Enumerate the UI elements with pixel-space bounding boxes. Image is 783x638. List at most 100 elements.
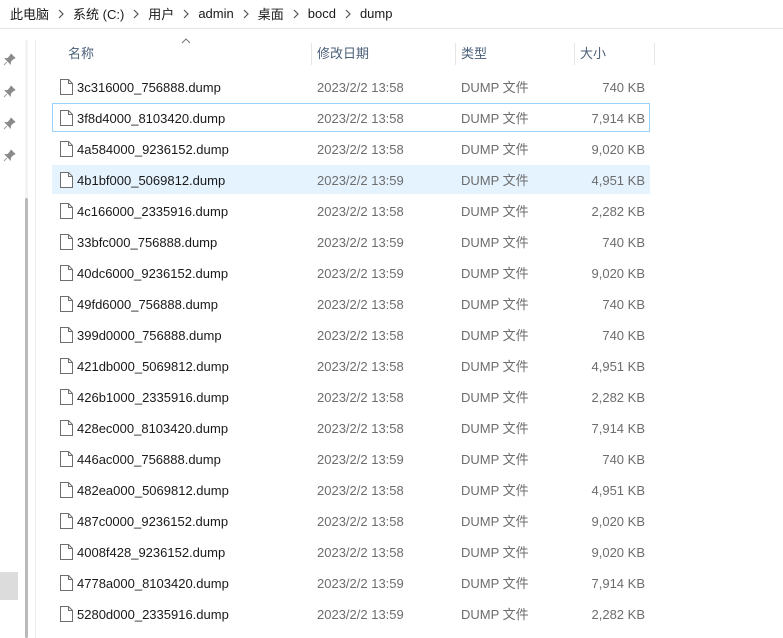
file-icon xyxy=(60,172,73,188)
column-resize-handle[interactable] xyxy=(311,43,312,65)
file-type: DUMP 文件 xyxy=(461,514,529,529)
file-name: 33bfc000_756888.dump xyxy=(77,235,218,250)
file-size: 9,020 KB xyxy=(591,514,646,529)
file-modified-date: 2023/2/2 13:58 xyxy=(317,483,404,498)
file-icon xyxy=(60,110,73,126)
file-name: 49fd6000_756888.dump xyxy=(77,297,218,312)
column-header-date[interactable]: 修改日期 xyxy=(317,40,452,68)
file-size: 9,020 KB xyxy=(591,142,646,157)
file-size: 740 KB xyxy=(602,297,645,312)
chevron-right-icon[interactable] xyxy=(234,6,258,21)
file-icon xyxy=(60,513,73,529)
file-row[interactable]: 4b1bf000_5069812.dump 2023/2/2 13:59 DUMP … xyxy=(52,165,650,194)
file-modified-date: 2023/2/2 13:59 xyxy=(317,576,404,591)
file-size: 7,914 KB xyxy=(591,111,646,126)
breadcrumb-item-users[interactable]: 用户 xyxy=(148,4,174,23)
file-size: 7,914 KB xyxy=(591,421,646,436)
file-modified-date: 2023/2/2 13:58 xyxy=(317,514,404,529)
file-row[interactable]: 5280d000_2335916.dump 2023/2/2 13:59 DUMP … xyxy=(52,599,650,628)
nav-pane-scrollbar-thumb[interactable] xyxy=(25,198,28,638)
file-modified-date: 2023/2/2 13:58 xyxy=(317,142,404,157)
file-size: 740 KB xyxy=(602,235,645,250)
breadcrumb-item-this-pc[interactable]: 此电脑 xyxy=(10,4,49,23)
breadcrumb-item-admin[interactable]: admin xyxy=(198,6,233,21)
pane-divider[interactable] xyxy=(35,40,36,638)
file-name: 4b1bf000_5069812.dump xyxy=(77,173,226,188)
file-type: DUMP 文件 xyxy=(461,80,529,95)
file-icon xyxy=(60,544,73,560)
pin-icon[interactable] xyxy=(3,53,16,66)
nav-pane-selected-item[interactable] xyxy=(0,572,18,600)
file-modified-date: 2023/2/2 13:58 xyxy=(317,80,404,95)
file-type: DUMP 文件 xyxy=(461,204,529,219)
divider xyxy=(0,28,783,29)
file-size: 740 KB xyxy=(602,452,645,467)
breadcrumb-item-desktop[interactable]: 桌面 xyxy=(258,4,284,23)
pin-icon[interactable] xyxy=(3,85,16,98)
file-row[interactable]: 426b1000_2335916.dump 2023/2/2 13:58 DUMP … xyxy=(52,382,650,411)
file-size: 740 KB xyxy=(602,328,645,343)
file-row[interactable]: 487c0000_9236152.dump 2023/2/2 13:58 DUMP … xyxy=(52,506,650,535)
chevron-right-icon[interactable] xyxy=(174,6,198,21)
column-header-size[interactable]: 大小 xyxy=(580,40,650,68)
file-modified-date: 2023/2/2 13:58 xyxy=(317,111,404,126)
file-icon xyxy=(60,265,73,281)
quick-access-strip xyxy=(0,40,18,180)
breadcrumb: 此电脑 系统 (C:) 用户 admin 桌面 bocd dump xyxy=(0,0,783,26)
file-size: 4,951 KB xyxy=(591,359,646,374)
file-row[interactable]: 3c316000_756888.dump 2023/2/2 13:58 DUMP 文… xyxy=(52,72,650,101)
file-modified-date: 2023/2/2 13:58 xyxy=(317,359,404,374)
chevron-right-icon[interactable] xyxy=(284,6,308,21)
breadcrumb-item-drive-c[interactable]: 系统 (C:) xyxy=(73,4,124,23)
file-type: DUMP 文件 xyxy=(461,328,529,343)
pin-icon[interactable] xyxy=(3,117,16,130)
file-row[interactable]: 4778a000_8103420.dump 2023/2/2 13:59 DUMP … xyxy=(52,568,650,597)
column-resize-handle[interactable] xyxy=(455,43,456,65)
file-size: 2,282 KB xyxy=(591,390,646,405)
file-row[interactable]: 4a584000_9236152.dump 2023/2/2 13:58 DUMP … xyxy=(52,134,650,163)
file-row[interactable]: 482ea000_5069812.dump 2023/2/2 13:58 DUMP … xyxy=(52,475,650,504)
file-modified-date: 2023/2/2 13:58 xyxy=(317,328,404,343)
file-row[interactable]: 4c166000_2335916.dump 2023/2/2 13:58 DUMP … xyxy=(52,196,650,225)
file-icon xyxy=(60,606,73,622)
file-row[interactable]: 3f8d4000_8103420.dump 2023/2/2 13:58 DUMP … xyxy=(52,103,650,132)
file-name: 487c0000_9236152.dump xyxy=(77,514,229,529)
file-type: DUMP 文件 xyxy=(461,297,529,312)
file-row[interactable]: 421db000_5069812.dump 2023/2/2 13:58 DUMP … xyxy=(52,351,650,380)
file-row[interactable]: 399d0000_756888.dump 2023/2/2 13:58 DUMP 文… xyxy=(52,320,650,349)
chevron-right-icon[interactable] xyxy=(336,6,360,21)
pin-icon[interactable] xyxy=(3,149,16,162)
file-icon xyxy=(60,79,73,95)
file-type: DUMP 文件 xyxy=(461,545,529,560)
file-type: DUMP 文件 xyxy=(461,266,529,281)
file-type: DUMP 文件 xyxy=(461,607,529,622)
file-icon xyxy=(60,141,73,157)
file-icon xyxy=(60,327,73,343)
file-row[interactable]: 4008f428_9236152.dump 2023/2/2 13:58 DUMP … xyxy=(52,537,650,566)
file-name: 5280d000_2335916.dump xyxy=(77,607,229,622)
file-name: 421db000_5069812.dump xyxy=(77,359,229,374)
file-icon xyxy=(60,575,73,591)
chevron-right-icon[interactable] xyxy=(49,6,73,21)
column-header-type[interactable]: 类型 xyxy=(461,40,571,68)
column-resize-handle[interactable] xyxy=(574,43,575,65)
file-name: 4a584000_9236152.dump xyxy=(77,142,229,157)
column-resize-handle[interactable] xyxy=(654,43,655,65)
file-row[interactable]: 428ec000_8103420.dump 2023/2/2 13:58 DUMP … xyxy=(52,413,650,442)
column-header-name[interactable]: 名称 xyxy=(68,40,308,68)
file-row[interactable]: 446ac000_756888.dump 2023/2/2 13:59 DUMP 文… xyxy=(52,444,650,473)
chevron-right-icon[interactable] xyxy=(124,6,148,21)
file-row[interactable]: 33bfc000_756888.dump 2023/2/2 13:59 DUMP 文… xyxy=(52,227,650,256)
file-name: 399d0000_756888.dump xyxy=(77,328,222,343)
file-row[interactable]: 40dc6000_9236152.dump 2023/2/2 13:59 DUMP … xyxy=(52,258,650,287)
file-size: 2,282 KB xyxy=(591,607,646,622)
file-type: DUMP 文件 xyxy=(461,235,529,250)
file-row[interactable]: 49fd6000_756888.dump 2023/2/2 13:58 DUMP 文… xyxy=(52,289,650,318)
breadcrumb-item-dump[interactable]: dump xyxy=(360,6,393,21)
file-name: 3c316000_756888.dump xyxy=(77,80,221,95)
file-name: 428ec000_8103420.dump xyxy=(77,421,229,436)
file-icon xyxy=(60,389,73,405)
breadcrumb-item-bocd[interactable]: bocd xyxy=(308,6,336,21)
file-modified-date: 2023/2/2 13:58 xyxy=(317,421,404,436)
file-type: DUMP 文件 xyxy=(461,142,529,157)
